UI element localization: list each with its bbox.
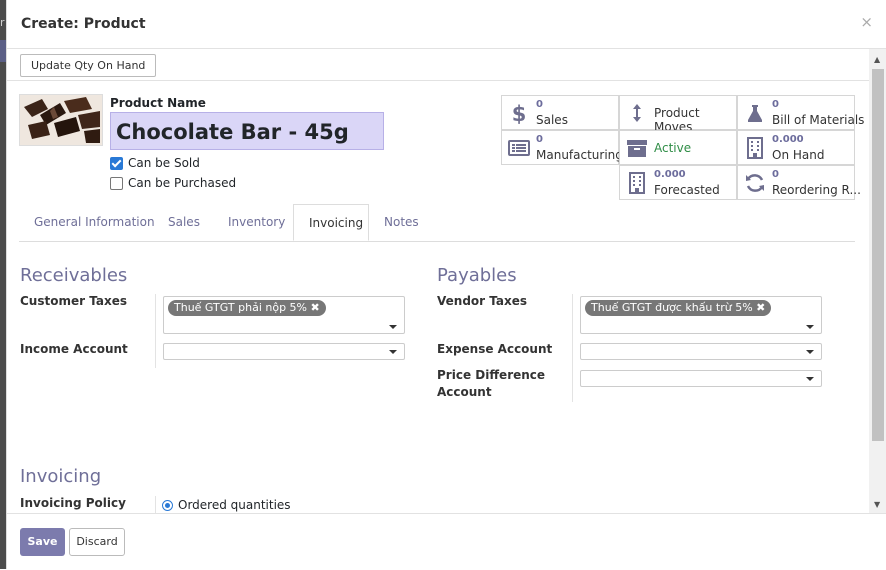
- customer-tax-tag-label: Thuế GTGT phải nộp 5%: [174, 301, 308, 314]
- expense-account-label: Expense Account: [437, 342, 553, 356]
- update-qty-button[interactable]: Update Qty On Hand: [20, 54, 157, 77]
- arrows-vertical-icon: [626, 102, 648, 124]
- can-be-sold-label: Can be Sold: [128, 156, 200, 170]
- building-icon: [744, 137, 766, 159]
- on-hand-count: 0.000: [772, 134, 804, 145]
- vendor-taxes-field[interactable]: Thuế GTGT được khấu trừ 5% ✖: [580, 296, 822, 334]
- background-text: r: [0, 16, 5, 29]
- field-separator: [155, 496, 156, 513]
- remove-tag-icon[interactable]: ✖: [756, 301, 765, 314]
- checkbox-unchecked-icon[interactable]: [110, 176, 123, 190]
- dialog-header: Create: Product ×: [7, 0, 886, 49]
- reordering-label: Reordering R...: [772, 183, 861, 197]
- on-hand-label: On Hand: [772, 148, 825, 162]
- product-dialog: Create: Product × Update Qty On Hand ▲ ▼…: [6, 0, 886, 570]
- scrollbar-thumb[interactable]: [872, 69, 884, 441]
- invoicing-policy-value: Ordered quantities: [178, 498, 291, 512]
- product-moves-smart-button[interactable]: Product Moves: [619, 95, 737, 134]
- dollar-icon: $: [508, 102, 530, 126]
- forecasted-smart-button[interactable]: 0.000 Forecasted: [619, 165, 737, 200]
- tab-invoicing[interactable]: Invoicing: [293, 204, 369, 241]
- remove-tag-icon[interactable]: ✖: [311, 301, 320, 314]
- scroll-up-icon[interactable]: ▲: [874, 55, 880, 64]
- chevron-down-icon[interactable]: [806, 350, 814, 354]
- dialog-footer: Save Discard: [7, 513, 886, 570]
- list-icon: [508, 137, 530, 159]
- discard-button[interactable]: Discard: [69, 528, 125, 556]
- flask-icon: [744, 102, 766, 124]
- manufacturing-label: Manufacturing: [536, 148, 623, 162]
- sales-label: Sales: [536, 113, 568, 127]
- invoicing-title: Invoicing: [20, 466, 102, 487]
- can-be-purchased-label: Can be Purchased: [128, 176, 237, 190]
- dialog-title: Create: Product: [21, 16, 146, 32]
- smart-buttons: $ 0 Sales Product Moves 0 Bill of Materi…: [501, 95, 864, 201]
- price-difference-account-select[interactable]: [580, 370, 822, 387]
- tab-general-information[interactable]: General Information: [19, 204, 170, 241]
- field-separator: [572, 294, 573, 402]
- product-name-input[interactable]: Chocolate Bar - 45g: [110, 112, 384, 150]
- price-difference-label-line1: Price Difference: [437, 368, 546, 382]
- chevron-down-icon[interactable]: [806, 377, 814, 381]
- bom-label: Bill of Materials: [772, 113, 865, 127]
- income-account-label: Income Account: [20, 342, 128, 356]
- tab-notes[interactable]: Notes: [369, 204, 434, 241]
- product-image[interactable]: [19, 94, 103, 146]
- vendor-tax-tag[interactable]: Thuế GTGT được khấu trừ 5% ✖: [585, 300, 772, 316]
- svg-text:$: $: [512, 102, 527, 124]
- forecasted-count: 0.000: [654, 169, 686, 180]
- chevron-down-icon[interactable]: [389, 325, 397, 329]
- receivables-title: Receivables: [20, 265, 128, 286]
- expense-account-select[interactable]: [580, 343, 822, 360]
- form-toolbar: Update Qty On Hand: [7, 49, 869, 81]
- price-difference-label-line2: Account: [437, 385, 492, 399]
- scrollbar[interactable]: ▲ ▼: [869, 49, 886, 513]
- bom-smart-button[interactable]: 0 Bill of Materials: [737, 95, 864, 130]
- bom-count: 0: [772, 99, 779, 110]
- checkbox-checked-icon[interactable]: [110, 156, 123, 170]
- can-be-sold-checkbox[interactable]: Can be Sold: [110, 156, 200, 170]
- vendor-tax-tag-label: Thuế GTGT được khấu trừ 5%: [591, 301, 753, 314]
- price-difference-account-label: Price Difference Account: [437, 367, 545, 401]
- save-button[interactable]: Save: [20, 528, 65, 556]
- close-icon[interactable]: ×: [860, 13, 873, 31]
- sales-count: 0: [536, 99, 543, 110]
- form-content: Product Name Chocolate Bar - 45g Can be …: [7, 81, 869, 513]
- forecasted-label: Forecasted: [654, 183, 720, 197]
- refresh-icon: [744, 172, 766, 194]
- payables-title: Payables: [437, 265, 517, 286]
- active-label: Active: [654, 141, 692, 155]
- chevron-down-icon[interactable]: [806, 325, 814, 329]
- chevron-down-icon[interactable]: [389, 350, 397, 354]
- customer-taxes-label: Customer Taxes: [20, 294, 127, 308]
- tab-inventory[interactable]: Inventory: [213, 204, 300, 241]
- radio-selected-icon[interactable]: [162, 499, 173, 511]
- scroll-down-icon[interactable]: ▼: [874, 500, 880, 509]
- active-toggle-button[interactable]: Active: [619, 130, 737, 165]
- income-account-select[interactable]: [163, 343, 405, 360]
- tab-sales[interactable]: Sales: [153, 204, 215, 241]
- on-hand-smart-button[interactable]: 0.000 On Hand: [737, 130, 855, 165]
- manufacturing-count: 0: [536, 134, 543, 145]
- customer-tax-tag[interactable]: Thuế GTGT phải nộp 5% ✖: [168, 300, 326, 316]
- customer-taxes-field[interactable]: Thuế GTGT phải nộp 5% ✖: [163, 296, 405, 334]
- can-be-purchased-checkbox[interactable]: Can be Purchased: [110, 176, 236, 190]
- manufacturing-smart-button[interactable]: 0 Manufacturing: [501, 130, 623, 165]
- sales-smart-button[interactable]: $ 0 Sales: [501, 95, 619, 130]
- vendor-taxes-label: Vendor Taxes: [437, 294, 527, 308]
- building-icon: [626, 172, 648, 194]
- reordering-rules-smart-button[interactable]: 0 Reordering R...: [737, 165, 861, 200]
- reordering-count: 0: [772, 169, 779, 180]
- archive-icon: [626, 137, 648, 159]
- field-separator: [155, 294, 156, 368]
- product-name-label: Product Name: [110, 96, 206, 110]
- notebook-tabs: General Information Sales Inventory Invo…: [19, 204, 855, 242]
- invoicing-policy-label: Invoicing Policy: [20, 496, 126, 510]
- invoicing-policy-ordered-radio[interactable]: Ordered quantities: [162, 498, 291, 512]
